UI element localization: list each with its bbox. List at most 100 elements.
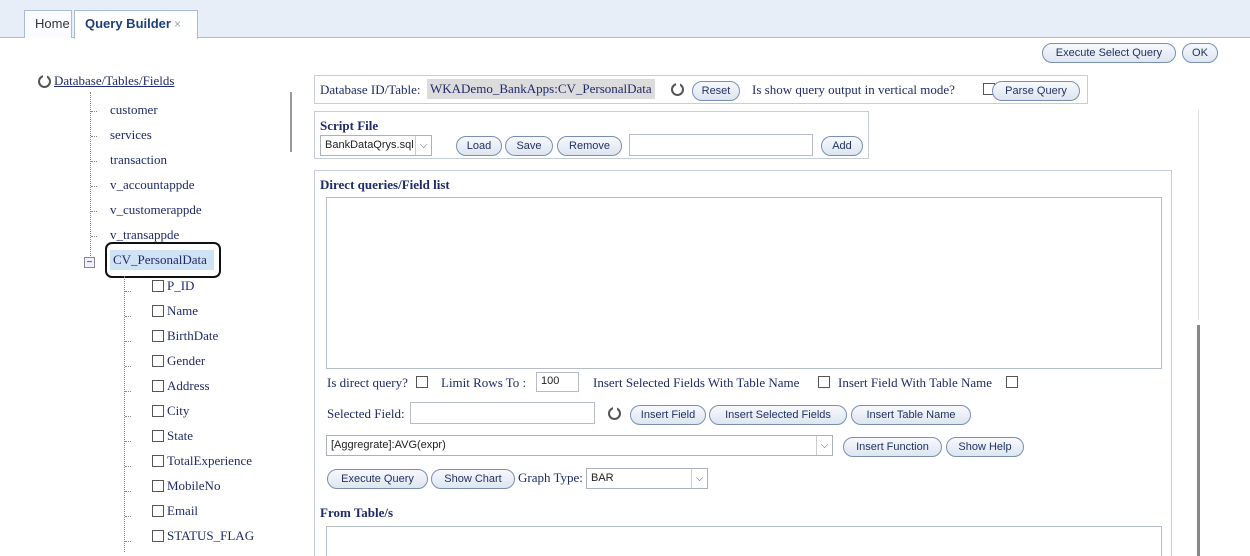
from-title: From Table/s: [320, 505, 394, 520]
field-item[interactable]: Gender: [152, 353, 205, 369]
field-item[interactable]: MobileNo: [152, 478, 220, 494]
insert-field-table-label: Insert Field With Table Name: [838, 375, 993, 390]
tab-home[interactable]: Home: [24, 10, 72, 38]
chevron-down-icon: ⌵: [816, 436, 832, 455]
tree-connector: [91, 111, 97, 112]
insert-selected-fields-button[interactable]: Insert Selected Fields: [709, 405, 847, 425]
ok-button[interactable]: OK: [1182, 43, 1218, 63]
function-select[interactable]: [Aggregrate]:AVG(expr) ⌵: [326, 435, 833, 456]
tab-home-label: Home: [35, 16, 70, 31]
tree-connector: [125, 491, 131, 492]
field-label: Name: [167, 303, 199, 318]
reset-button[interactable]: Reset: [692, 81, 740, 101]
scroll-track: [1198, 110, 1199, 320]
tree-table-item[interactable]: v_transappde: [110, 227, 179, 243]
insert-sel-table-label: Insert Selected Fields With Table Name: [593, 375, 800, 390]
graph-type-select[interactable]: BAR ⌵: [586, 468, 708, 489]
close-icon[interactable]: ×: [174, 17, 181, 31]
show-help-button[interactable]: Show Help: [946, 437, 1024, 457]
field-label: State: [167, 428, 193, 443]
insert-field-button[interactable]: Insert Field: [630, 405, 706, 425]
field-item[interactable]: Address: [152, 378, 210, 394]
field-checkbox[interactable]: [152, 405, 164, 417]
from-textarea[interactable]: [326, 526, 1162, 556]
insert-table-name-button[interactable]: Insert Table Name: [851, 405, 971, 425]
tree-connector: [91, 236, 97, 237]
selected-field-input[interactable]: [410, 402, 595, 424]
field-checkbox[interactable]: [152, 480, 164, 492]
insert-function-button[interactable]: Insert Function: [843, 437, 942, 457]
tree-connector: [91, 161, 97, 162]
direct-title: Direct queries/Field list: [320, 177, 450, 192]
scrollbar[interactable]: [1197, 325, 1200, 556]
field-checkbox[interactable]: [152, 530, 164, 542]
tree-table-item[interactable]: v_customerappde: [110, 202, 202, 218]
db-label: Database ID/Table:: [320, 82, 421, 97]
tree-connector: [91, 136, 97, 137]
tree-connector: [125, 316, 131, 317]
field-item[interactable]: BirthDate: [152, 328, 218, 344]
tree-line: [124, 276, 125, 552]
tree-connector: [125, 516, 131, 517]
field-checkbox[interactable]: [152, 455, 164, 467]
tree-table-item[interactable]: services: [110, 127, 152, 143]
tree-table-selected[interactable]: CV_PersonalData: [113, 252, 207, 268]
field-checkbox[interactable]: [152, 505, 164, 517]
show-chart-button[interactable]: Show Chart: [431, 469, 515, 489]
tab-bar: Home Query Builder ×: [0, 0, 1250, 39]
field-checkbox[interactable]: [152, 380, 164, 392]
save-button[interactable]: Save: [505, 136, 553, 156]
tree-root[interactable]: Database/Tables/Fields: [54, 73, 174, 89]
refresh-icon[interactable]: [671, 82, 684, 96]
field-label: TotalExperience: [167, 453, 252, 468]
execute-select-query-button[interactable]: Execute Select Query: [1042, 43, 1176, 63]
tree-connector: [125, 416, 131, 417]
insert-field-table-checkbox[interactable]: [1006, 376, 1018, 388]
direct-query-textarea[interactable]: [326, 197, 1162, 369]
is-direct-label: Is direct query?: [327, 375, 408, 390]
field-checkbox[interactable]: [152, 330, 164, 342]
collapse-icon[interactable]: −: [84, 257, 95, 268]
field-item[interactable]: Name: [152, 303, 198, 319]
refresh-icon[interactable]: [608, 406, 621, 420]
tab-query-builder[interactable]: Query Builder ×: [74, 10, 198, 39]
refresh-icon[interactable]: [38, 74, 51, 88]
tree-table-item[interactable]: customer: [110, 102, 158, 118]
field-label: Email: [167, 503, 199, 518]
tree-table-item[interactable]: transaction: [110, 152, 167, 168]
field-label: MobileNo: [167, 478, 221, 493]
field-item[interactable]: P_ID: [152, 278, 194, 294]
insert-sel-table-checkbox[interactable]: [818, 376, 830, 388]
splitter[interactable]: [290, 92, 292, 152]
tree-table-item[interactable]: v_accountappde: [110, 177, 194, 193]
parse-query-button[interactable]: Parse Query: [992, 81, 1080, 101]
tree-connector: [125, 291, 131, 292]
limit-rows-label: Limit Rows To :: [441, 375, 527, 390]
tree-connector: [91, 186, 97, 187]
field-item[interactable]: TotalExperience: [152, 453, 252, 469]
load-button[interactable]: Load: [456, 136, 502, 156]
field-item[interactable]: State: [152, 428, 193, 444]
field-checkbox[interactable]: [152, 355, 164, 367]
remove-button[interactable]: Remove: [557, 136, 622, 156]
field-checkbox[interactable]: [152, 430, 164, 442]
add-button[interactable]: Add: [821, 136, 863, 156]
limit-rows-input[interactable]: 100: [536, 372, 579, 392]
function-value: [Aggregrate]:AVG(expr): [331, 439, 446, 451]
tree-connector: [125, 466, 131, 467]
field-checkbox[interactable]: [152, 280, 164, 292]
vertical-mode-label: Is show query output in vertical mode?: [752, 82, 955, 97]
field-item[interactable]: STATUS_FLAG: [152, 528, 254, 544]
script-file-select[interactable]: BankDataQrys.sql ⌵: [320, 135, 432, 156]
script-file-value: BankDataQrys.sql: [325, 139, 414, 151]
field-checkbox[interactable]: [152, 305, 164, 317]
execute-query-button[interactable]: Execute Query: [327, 469, 428, 489]
is-direct-checkbox[interactable]: [416, 376, 428, 388]
field-label: STATUS_FLAG: [167, 528, 255, 543]
field-item[interactable]: City: [152, 403, 189, 419]
tree-connector: [125, 541, 131, 542]
script-name-input[interactable]: [629, 134, 813, 156]
tree-connector: [91, 211, 97, 212]
field-item[interactable]: Email: [152, 503, 198, 519]
graph-type-value: BAR: [591, 472, 614, 484]
